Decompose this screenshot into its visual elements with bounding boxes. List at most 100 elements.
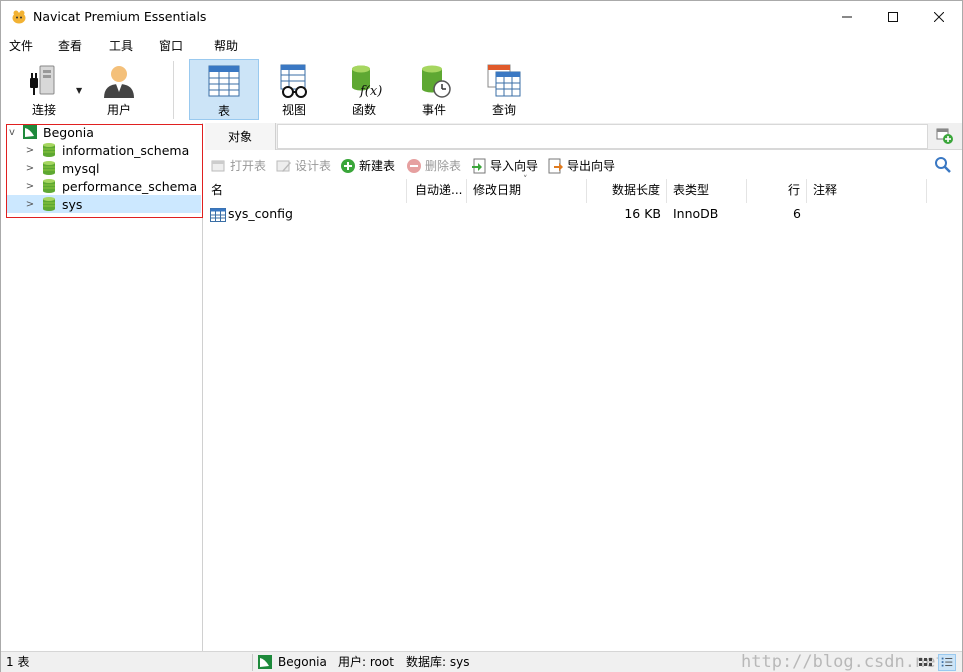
export-wizard-icon: [548, 158, 563, 173]
navicat-logo-icon: [12, 10, 26, 23]
view-button[interactable]: 视图: [259, 59, 329, 120]
sort-indicator-icon: ˅: [523, 175, 528, 185]
database-icon: [43, 197, 55, 211]
event-button[interactable]: 事件: [399, 59, 469, 120]
query-icon: [487, 64, 521, 97]
open-table-label: 打开表: [230, 159, 267, 173]
row-name-cell: sys_config: [210, 203, 408, 225]
menu-bar: 文件 查看 工具 窗口 帮助: [1, 33, 962, 55]
tree-db-information-schema[interactable]: > information_schema: [2, 141, 198, 159]
menu-file[interactable]: 文件: [9, 37, 33, 54]
event-label: 事件: [421, 103, 446, 117]
grid-view-icon[interactable]: [916, 654, 934, 671]
connect-button[interactable]: 连接: [9, 59, 79, 120]
table-label: 表: [217, 104, 230, 118]
object-panel: 对象 打开表 设计表 新建表 删除表 导入向导 导出向导 名 自动递... 修改…: [205, 123, 962, 651]
expand-chevron-icon[interactable]: >: [23, 145, 37, 156]
navigation-tree: v Begonia > information_schema > mysql >…: [2, 123, 203, 651]
table-button[interactable]: 表: [189, 59, 259, 120]
connect-dropdown-icon[interactable]: ▼: [76, 86, 82, 95]
user-label: 用户: [106, 103, 131, 117]
row-engine-cell: InnoDB: [673, 206, 719, 221]
event-clock-icon: [422, 65, 451, 98]
navicat-window: Navicat Premium Essentials 文件 查看 工具 窗口 帮…: [0, 0, 963, 672]
tree-db-mysql[interactable]: > mysql: [2, 159, 198, 177]
tree-connection-label: Begonia: [43, 124, 94, 140]
expand-chevron-icon[interactable]: >: [23, 181, 37, 192]
design-table-button[interactable]: 设计表: [276, 157, 331, 174]
status-database: 数据库: sys: [406, 655, 470, 669]
tab-objects[interactable]: 对象: [205, 123, 276, 150]
menu-tools[interactable]: 工具: [109, 37, 133, 54]
expand-chevron-icon[interactable]: >: [23, 199, 37, 210]
collapse-chevron-icon[interactable]: v: [5, 127, 19, 138]
status-connection: Begonia: [278, 655, 327, 669]
grid-header: 名 自动递... 修改日期 ˅ 数据长度 表类型 行 注释: [205, 175, 962, 203]
tree-db-sys[interactable]: > sys: [7, 195, 201, 213]
status-separator: [252, 654, 253, 671]
table-row-icon: [210, 207, 226, 222]
toolbar-separator: [173, 61, 174, 119]
query-label: 查询: [491, 103, 516, 117]
mysql-connection-icon: [258, 655, 272, 669]
col-comment-header[interactable]: 注释: [807, 179, 927, 203]
detail-view-icon[interactable]: [938, 654, 956, 671]
col-engine-header[interactable]: 表类型: [667, 179, 747, 203]
tab-strip-empty: [277, 124, 928, 149]
col-name-header[interactable]: 名: [205, 179, 407, 203]
function-button[interactable]: f(x) 函数: [329, 59, 399, 120]
col-autoinc-header[interactable]: 自动递...: [409, 179, 467, 203]
menu-help[interactable]: 帮助: [214, 37, 238, 54]
connect-plug-icon: [30, 65, 55, 95]
delete-table-button[interactable]: 删除表: [406, 157, 461, 174]
col-rows-header[interactable]: 行: [747, 179, 807, 203]
tab-objects-label: 对象: [227, 130, 252, 144]
import-wizard-icon: [472, 158, 486, 173]
query-button[interactable]: 查询: [469, 59, 539, 120]
design-table-label: 设计表: [295, 159, 332, 173]
export-wizard-label: 导出向导: [567, 159, 616, 173]
row-rows-cell: 6: [793, 206, 801, 221]
function-label: 函数: [351, 103, 376, 117]
col-datalength-header[interactable]: 数据长度: [587, 179, 667, 203]
status-bar: 1 表 Begonia 用户: root 数据库: sys http://blo…: [1, 651, 962, 672]
user-button[interactable]: 用户: [84, 59, 154, 120]
design-table-icon: [276, 160, 291, 172]
menu-view[interactable]: 查看: [58, 37, 82, 54]
tree-db-label: information_schema: [62, 142, 190, 158]
status-object-count: 1 表: [6, 655, 30, 669]
view-label: 视图: [281, 103, 306, 117]
table-icon: [208, 65, 240, 97]
database-icon: [43, 179, 55, 193]
new-table-plus-icon: [341, 158, 355, 173]
minimize-button[interactable]: [824, 1, 870, 32]
open-table-button[interactable]: 打开表: [211, 157, 266, 174]
open-table-icon: [211, 160, 225, 171]
maximize-button[interactable]: [870, 1, 916, 32]
connect-label: 连接: [31, 103, 56, 117]
status-user: 用户: root: [338, 655, 394, 669]
user-icon: [104, 66, 134, 98]
tree-connection-begonia[interactable]: v Begonia: [2, 123, 198, 141]
minimize-icon: [842, 16, 852, 17]
window-title: Navicat Premium Essentials: [33, 9, 207, 24]
main-toolbar: 连接 ▼ 用户 表 视图 f(x) 函数 事件 查询: [1, 56, 962, 123]
row-modified-cell: [473, 203, 587, 225]
new-tab-icon[interactable]: [936, 127, 954, 145]
delete-table-label: 删除表: [425, 159, 462, 173]
row-autoinc-cell: [415, 203, 467, 225]
export-wizard-button[interactable]: 导出向导: [548, 157, 615, 174]
tree-db-performance-schema[interactable]: > performance_schema: [2, 177, 198, 195]
import-wizard-button[interactable]: 导入向导: [471, 157, 538, 174]
object-toolbar: 打开表 设计表 新建表 删除表 导入向导 导出向导: [205, 153, 962, 177]
search-icon[interactable]: [934, 156, 952, 174]
tree-db-label: mysql: [62, 160, 100, 176]
close-button[interactable]: [916, 1, 962, 32]
import-wizard-label: 导入向导: [490, 159, 539, 173]
table-row[interactable]: sys_config 16 KB InnoDB 6: [205, 203, 962, 225]
menu-window[interactable]: 窗口: [159, 37, 183, 54]
function-icon: f(x): [352, 65, 382, 99]
row-datalength-cell: 16 KB: [624, 206, 661, 221]
expand-chevron-icon[interactable]: >: [23, 163, 37, 174]
new-table-button[interactable]: 新建表: [340, 157, 395, 174]
